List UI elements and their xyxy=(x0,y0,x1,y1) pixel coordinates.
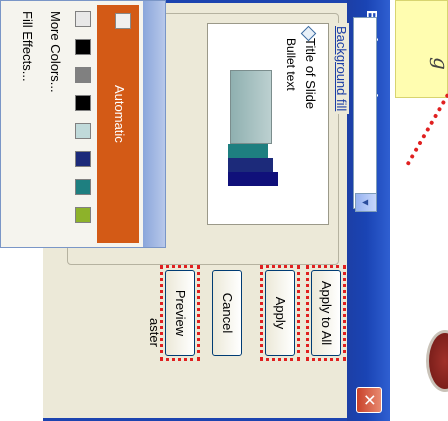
rotated-frame: g Background ✕ Background fill Title of … xyxy=(0,0,448,421)
fill-color-combo[interactable] xyxy=(353,17,377,209)
preview-bar xyxy=(228,158,273,172)
color-swatch[interactable] xyxy=(75,67,91,83)
color-swatch[interactable] xyxy=(75,39,91,55)
menu-header xyxy=(143,1,165,247)
highlight-apply-to-all xyxy=(306,265,346,361)
preview-bullet-text: Bullet text xyxy=(284,38,298,91)
color-swatch[interactable] xyxy=(75,207,91,223)
chevron-down-icon[interactable]: ▾ xyxy=(355,193,377,212)
sticky-note: g xyxy=(395,0,448,98)
close-icon: ✕ xyxy=(360,393,379,407)
highlight-preview xyxy=(160,265,200,361)
group-label: Background fill xyxy=(334,23,349,115)
color-menu: Automatic More Colors... Fill Effects... xyxy=(0,0,166,248)
fill-effects-item[interactable]: Fill Effects... xyxy=(20,11,35,82)
seal-decoration xyxy=(426,330,448,392)
color-swatch[interactable] xyxy=(75,123,91,139)
preview-shape xyxy=(230,70,272,144)
color-swatch[interactable] xyxy=(75,151,91,167)
color-swatch[interactable] xyxy=(75,179,91,195)
color-swatch[interactable] xyxy=(75,11,91,27)
dotted-arrow xyxy=(405,93,448,167)
screen: g Background ✕ Background fill Title of … xyxy=(0,0,448,421)
automatic-item[interactable]: Automatic xyxy=(97,5,139,243)
preview-area: Title of Slide Bullet text xyxy=(207,23,329,225)
color-swatch[interactable] xyxy=(75,95,91,111)
preview-title-text: Title of Slide xyxy=(303,38,318,110)
cancel-button[interactable]: Cancel xyxy=(212,270,242,356)
highlight-apply xyxy=(260,265,300,361)
preview-bar xyxy=(228,172,278,186)
more-colors-item[interactable]: More Colors... xyxy=(48,11,63,93)
partial-label: aster xyxy=(147,318,162,347)
automatic-label: Automatic xyxy=(112,85,127,143)
note-text: g xyxy=(429,57,448,70)
automatic-swatch xyxy=(115,13,131,29)
preview-bar xyxy=(228,144,268,158)
close-button[interactable]: ✕ xyxy=(356,387,382,413)
